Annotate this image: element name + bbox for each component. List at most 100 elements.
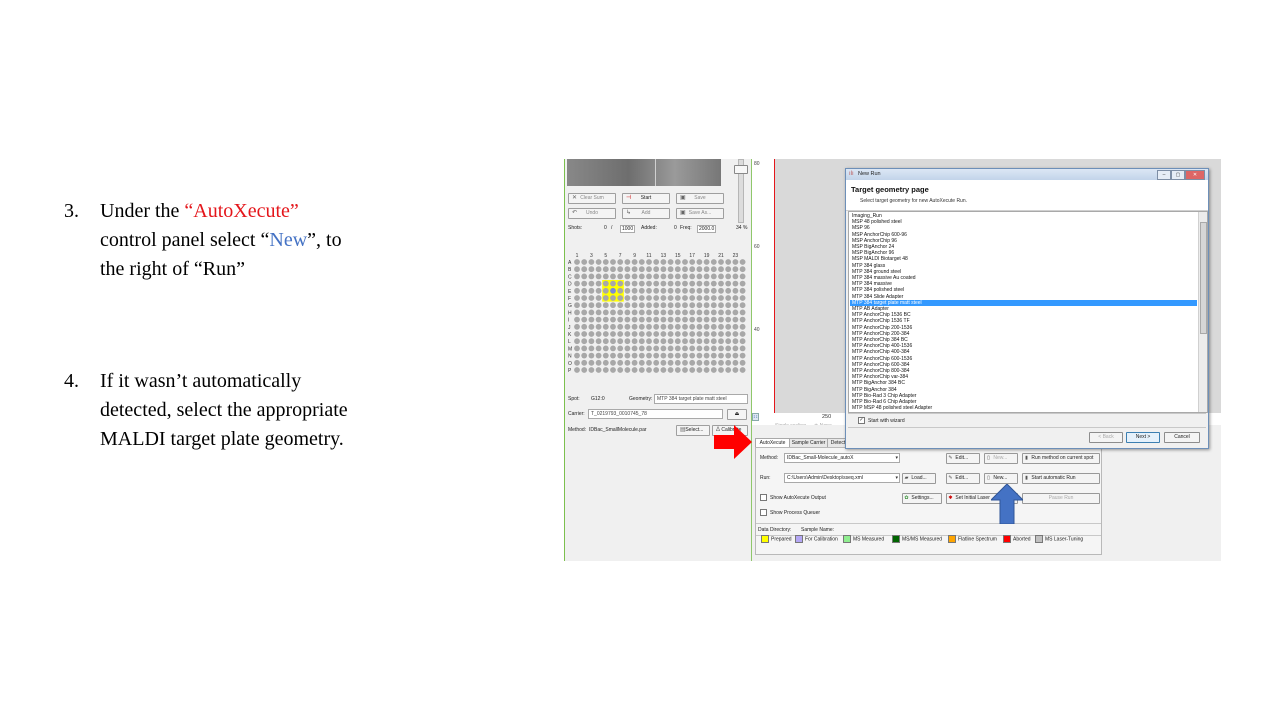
plate-spot[interactable] <box>638 302 645 309</box>
plate-spot[interactable] <box>610 352 616 359</box>
plate-spot[interactable] <box>581 345 588 352</box>
plate-spot[interactable] <box>739 359 746 366</box>
plate-spot[interactable] <box>646 352 652 359</box>
plate-spot[interactable] <box>682 338 688 345</box>
plate-spot[interactable] <box>653 323 660 330</box>
plate-spot[interactable] <box>574 273 580 280</box>
plate-spot[interactable] <box>581 259 588 265</box>
geometry-list[interactable]: Imaging_Run MSP 48 polished steel MSP 96 MS… <box>848 211 1208 413</box>
plate-spot[interactable] <box>646 323 652 330</box>
plate-spot[interactable] <box>660 367 667 373</box>
plate-spot[interactable] <box>660 331 667 337</box>
plate-spot[interactable] <box>682 331 688 337</box>
plate-spot[interactable] <box>667 345 674 352</box>
plate-spot[interactable] <box>653 273 660 280</box>
plate-spot[interactable] <box>624 338 631 345</box>
plate-spot[interactable] <box>732 323 739 330</box>
plate-spot[interactable] <box>588 266 595 273</box>
plate-spot[interactable] <box>631 316 638 323</box>
plate-spot[interactable] <box>638 266 645 273</box>
plate-spot[interactable] <box>653 280 660 287</box>
plate-spot[interactable] <box>667 302 674 309</box>
plate-spot[interactable] <box>602 273 609 280</box>
plate-spot[interactable] <box>732 352 739 359</box>
plate-spot[interactable] <box>667 266 674 273</box>
plate-spot[interactable] <box>710 345 717 352</box>
plate-spot[interactable] <box>696 367 703 373</box>
plate-spot[interactable] <box>689 302 696 309</box>
plate-spot[interactable] <box>581 316 588 323</box>
start-button[interactable]: ⊣ Start <box>622 193 670 204</box>
plate-spot[interactable] <box>732 316 739 323</box>
plate-spot[interactable] <box>624 273 631 280</box>
plate-spot[interactable] <box>588 273 595 280</box>
plate-spot[interactable] <box>595 295 602 301</box>
plate-spot[interactable] <box>610 302 616 309</box>
plate-spot[interactable] <box>682 266 688 273</box>
plate-spot[interactable] <box>710 280 717 287</box>
plate-spot[interactable] <box>660 280 667 287</box>
plate-spot[interactable] <box>682 345 688 352</box>
plate-spot[interactable] <box>631 259 638 265</box>
plate-spot[interactable] <box>689 309 696 316</box>
plate-spot[interactable] <box>725 367 732 373</box>
plate-spot[interactable] <box>631 359 638 366</box>
plate-spot[interactable] <box>732 309 739 316</box>
plate-spot[interactable] <box>638 323 645 330</box>
next-button[interactable]: Next > <box>1126 432 1160 443</box>
plate-spot[interactable] <box>624 266 631 273</box>
plate-spot[interactable] <box>610 259 616 265</box>
plate-spot[interactable] <box>638 352 645 359</box>
plate-spot[interactable] <box>574 316 580 323</box>
plate-spot[interactable] <box>682 302 688 309</box>
plate-spot[interactable] <box>638 359 645 366</box>
plate-spot[interactable] <box>631 309 638 316</box>
plate-spot[interactable] <box>588 259 595 265</box>
plate-spot[interactable] <box>710 295 717 301</box>
plate-spot[interactable] <box>667 273 674 280</box>
geometry-list-item[interactable]: MTP MSP 48 polished steel Adapter <box>850 405 1197 411</box>
plate-spot[interactable] <box>682 273 688 280</box>
plate-spot[interactable] <box>617 367 624 373</box>
plate-spot[interactable] <box>646 309 652 316</box>
plate-spot[interactable] <box>725 273 732 280</box>
minimize-icon[interactable]: – <box>1157 170 1171 180</box>
plate-spot[interactable] <box>574 345 580 352</box>
show-process-queuer-checkbox[interactable]: Show Process Queuer <box>760 509 820 516</box>
plate-spot[interactable] <box>646 266 652 273</box>
plate-spot[interactable] <box>674 309 681 316</box>
maximize-icon[interactable]: ▢ <box>1171 170 1185 180</box>
plate-spot[interactable] <box>732 287 739 294</box>
plate-spot[interactable] <box>667 367 674 373</box>
plate-spot[interactable] <box>725 316 732 323</box>
plate-spot[interactable] <box>739 331 746 337</box>
plate-spot[interactable] <box>610 287 616 294</box>
plate-spot[interactable] <box>581 331 588 337</box>
plate-spot[interactable] <box>739 345 746 352</box>
plate-spot[interactable] <box>660 259 667 265</box>
plate-spot[interactable] <box>660 309 667 316</box>
plate-spot[interactable] <box>653 331 660 337</box>
plate-spot[interactable] <box>610 316 616 323</box>
plate-spot[interactable] <box>631 295 638 301</box>
plate-spot[interactable] <box>689 266 696 273</box>
plate-spot[interactable] <box>631 280 638 287</box>
plate-spot[interactable] <box>631 352 638 359</box>
plate-spot[interactable] <box>674 352 681 359</box>
plate-spot[interactable] <box>624 309 631 316</box>
plate-spot[interactable] <box>646 338 652 345</box>
plate-spot[interactable] <box>653 352 660 359</box>
plate-spot[interactable] <box>696 345 703 352</box>
plate-spot[interactable] <box>638 273 645 280</box>
plate-spot[interactable] <box>595 331 602 337</box>
plate-spot[interactable] <box>653 345 660 352</box>
plate-spot[interactable] <box>732 266 739 273</box>
plate-spot[interactable] <box>581 302 588 309</box>
plate-spot[interactable] <box>696 338 703 345</box>
plate-spot[interactable] <box>703 331 710 337</box>
plate-spot[interactable] <box>617 352 624 359</box>
plate-spot[interactable] <box>595 287 602 294</box>
plate-spot[interactable] <box>689 345 696 352</box>
plate-spot[interactable] <box>595 345 602 352</box>
method-edit-button[interactable]: ✎ Edit... <box>946 453 980 464</box>
